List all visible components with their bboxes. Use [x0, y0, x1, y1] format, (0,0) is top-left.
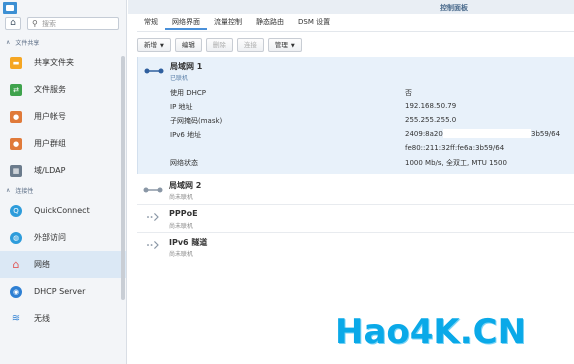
tab-traffic-control[interactable]: 流量控制 [207, 15, 249, 30]
detail-label-mask: 子网掩码(mask) [170, 117, 223, 125]
sidebar-item-group[interactable]: ● 用户群组 [0, 130, 126, 157]
interface-status: 已联机 [170, 75, 189, 82]
home-icon: ⌂ [10, 18, 16, 28]
interface-status: 尚未联机 [169, 251, 194, 258]
manage-label: 管理 [274, 41, 288, 49]
network-house-icon: ⌂ [12, 258, 20, 271]
manage-button[interactable]: 管理 ▼ [267, 38, 302, 52]
control-panel-icon [3, 2, 17, 14]
sidebar-scrollbar[interactable] [121, 56, 125, 300]
detail-value-network-status: 1000 Mb/s, 全双工, MTU 1500 [405, 159, 507, 167]
window-title: 控制面板 [440, 4, 468, 12]
interface-pppoe-row[interactable]: PPPoE 尚未联机 [137, 205, 574, 233]
detail-value-ipv6-tail: 3b59/64 [531, 130, 561, 138]
section-file-sharing[interactable]: ∧ 文件共享 [0, 36, 126, 49]
interface-lan2-row[interactable]: 局域网 2 尚未联机 [137, 176, 574, 204]
globe-icon: ◍ [10, 231, 22, 244]
file-services-icon: ⇄ [10, 83, 22, 96]
chevron-down-icon: ▼ [160, 43, 164, 49]
sidebar-item-user[interactable]: ● 用户帐号 [0, 103, 126, 130]
delete-label: 删除 [212, 41, 226, 49]
interface-status: 尚未联机 [169, 194, 194, 201]
tab-bar: 常规 网络界面 流量控制 静态路由 DSM 设置 [137, 15, 337, 30]
sidebar-item-label: QuickConnect [34, 206, 90, 215]
sidebar: ⌂ ⚲ ∧ 文件共享 ▬ 共享文件夹 ⇄ 文件服务 ● 用户帐号 ● 用户群组 … [0, 0, 127, 364]
search-input[interactable] [42, 19, 116, 29]
search-box[interactable]: ⚲ [27, 17, 119, 30]
interface-name: IPv6 隧道 [169, 238, 208, 247]
search-icon: ⚲ [32, 19, 38, 28]
tab-static-route[interactable]: 静态路由 [249, 15, 291, 30]
chevron-down-icon: ▼ [290, 43, 295, 49]
connect-label: 连接 [243, 41, 257, 49]
sidebar-item-dhcp-server[interactable]: ◉ DHCP Server [0, 278, 126, 305]
section-connectivity[interactable]: ∧ 连接性 [0, 184, 126, 197]
sidebar-item-quickconnect[interactable]: Q QuickConnect [0, 197, 126, 224]
sidebar-item-ldap[interactable]: ▦ 域/LDAP [0, 157, 126, 184]
chevron-up-icon: ∧ [6, 39, 11, 46]
sidebar-item-label: 文件服务 [34, 85, 66, 94]
tab-general[interactable]: 常规 [137, 15, 165, 30]
wifi-icon: ≋ [11, 313, 21, 324]
sidebar-item-label: 外部访问 [34, 233, 66, 242]
sidebar-item-file-services[interactable]: ⇄ 文件服务 [0, 76, 126, 103]
redaction-block [443, 129, 531, 138]
sidebar-item-label: 用户帐号 [34, 112, 66, 121]
tab-dsm-settings[interactable]: DSM 设置 [291, 15, 337, 30]
tab-divider [137, 31, 574, 32]
sidebar-item-network[interactable]: ⌂ 网络 [0, 251, 126, 278]
user-icon: ● [10, 110, 22, 123]
section-label: 连接性 [15, 188, 34, 195]
quickconnect-icon: Q [10, 204, 22, 217]
create-label: 新增 [144, 41, 157, 49]
pppoe-icon [147, 213, 159, 221]
sidebar-item-external-access[interactable]: ◍ 外部访问 [0, 224, 126, 251]
toolbar: 新增 ▼ 编辑 删除 连接 管理 ▼ [137, 38, 302, 52]
chevron-up-icon: ∧ [6, 187, 11, 194]
detail-label-ip: IP 地址 [170, 103, 193, 111]
sidebar-item-label: 网络 [34, 260, 50, 269]
sidebar-item-label: 域/LDAP [34, 166, 66, 175]
sidebar-item-wireless[interactable]: ≋ 无线 [0, 305, 126, 332]
edit-label: 编辑 [181, 41, 195, 49]
create-button[interactable]: 新增 ▼ [137, 38, 171, 52]
detail-value-ip: 192.168.50.79 [405, 102, 457, 110]
delete-button[interactable]: 删除 [205, 38, 233, 52]
interface-name: 局域网 1 [170, 62, 203, 71]
connect-button[interactable]: 连接 [236, 38, 264, 52]
sidebar-top: ⌂ ⚲ [0, 0, 126, 36]
detail-value-mask: 255.255.255.0 [405, 116, 457, 124]
ldap-icon: ▦ [10, 164, 22, 177]
dhcp-icon: ◉ [10, 285, 22, 298]
watermark-logo: Hao4K.CN [335, 312, 527, 352]
interface-name: 局域网 2 [169, 181, 202, 190]
interface-status: 尚未联机 [169, 223, 194, 230]
sidebar-item-label: 共享文件夹 [34, 58, 74, 67]
sidebar-item-shared-folder[interactable]: ▬ 共享文件夹 [0, 49, 126, 76]
lan-connected-icon [144, 68, 164, 74]
group-icon: ● [10, 137, 22, 150]
folder-icon: ▬ [10, 56, 22, 69]
home-button[interactable]: ⌂ [5, 17, 21, 30]
tab-network-interface[interactable]: 网络界面 [165, 15, 207, 30]
detail-label-ipv6: IPv6 地址 [170, 131, 202, 139]
detail-label-dhcp: 使用 DHCP [170, 89, 206, 97]
sidebar-item-label: 无线 [34, 314, 50, 323]
detail-label-network-status: 网络状态 [170, 159, 198, 167]
interface-ipv6-tunnel-row[interactable]: IPv6 隧道 尚未联机 [137, 233, 574, 261]
sidebar-item-label: 用户群组 [34, 139, 66, 148]
detail-value-ipv6-link-local: fe80::211:32ff:fe6a:3b59/64 [405, 144, 505, 152]
edit-button[interactable]: 编辑 [174, 38, 202, 52]
tunnel-icon [147, 241, 159, 249]
detail-value-ipv6: 2409:8a20: [405, 130, 446, 138]
interface-name: PPPoE [169, 209, 198, 218]
section-label: 文件共享 [15, 40, 40, 47]
sidebar-item-label: DHCP Server [34, 287, 86, 296]
detail-value-dhcp: 否 [405, 89, 412, 97]
lan-disconnected-icon [143, 187, 163, 193]
title-bar: 控制面板 [128, 0, 574, 14]
